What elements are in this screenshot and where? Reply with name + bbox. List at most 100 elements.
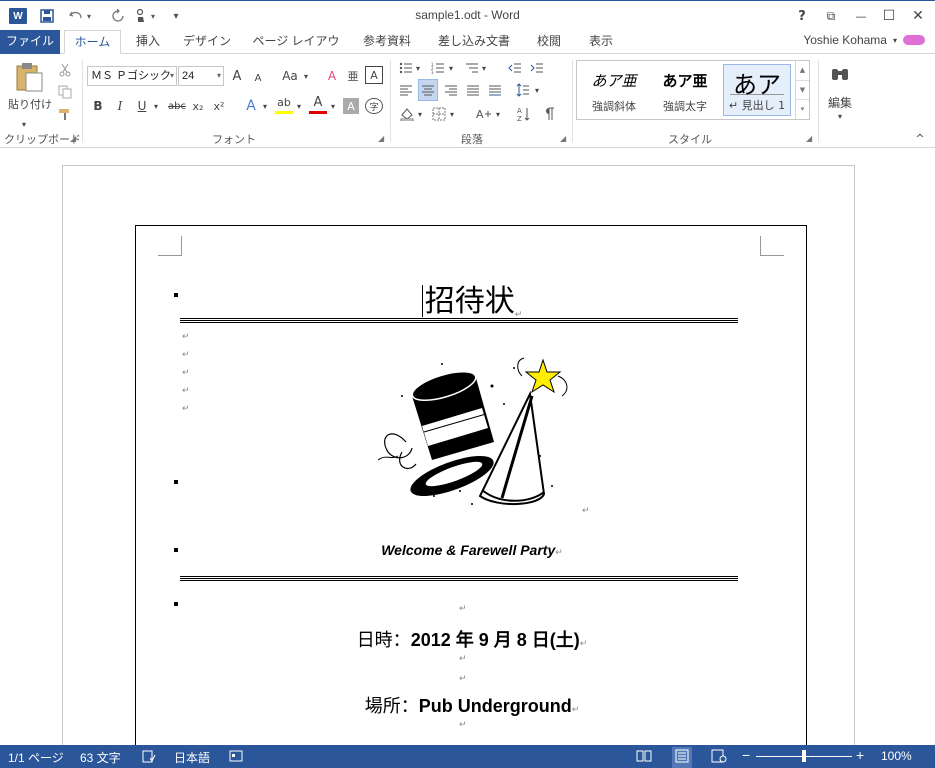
highlight-button[interactable]: ab [275, 94, 293, 114]
styles-launcher-icon[interactable]: ◢ [806, 134, 812, 143]
close-button[interactable]: ✕ [906, 5, 930, 27]
tab-home[interactable]: ホーム [64, 30, 121, 54]
align-left-icon[interactable] [397, 80, 415, 100]
clipboard-launcher-icon[interactable]: ◢ [70, 134, 76, 143]
zoom-in-button[interactable]: + [856, 747, 864, 763]
chevron-down-icon[interactable]: ▾ [834, 106, 846, 126]
paragraph-launcher-icon[interactable]: ◢ [560, 134, 566, 143]
chevron-down-icon[interactable]: ▼ [796, 80, 809, 99]
text-effects-button[interactable]: A [242, 96, 260, 116]
event-place[interactable]: 場所：Pub Underground↵ [136, 692, 808, 718]
top-hat-clipart[interactable] [372, 356, 588, 512]
chevron-down-icon[interactable]: ▾ [414, 58, 422, 78]
proofing-icon[interactable] [142, 749, 156, 766]
change-case-button[interactable]: Aa [279, 66, 301, 86]
paste-button[interactable]: 貼り付け [8, 96, 52, 112]
zoom-level[interactable]: 100% [881, 749, 912, 763]
shading-icon[interactable] [398, 104, 416, 124]
align-center-icon[interactable] [418, 79, 438, 101]
show-formatting-marks-icon[interactable] [540, 104, 558, 124]
help-icon[interactable]: ? [790, 5, 814, 27]
multilevel-list-icon[interactable] [464, 58, 480, 78]
chevron-down-icon[interactable]: ▾ [301, 66, 311, 86]
shrink-font-button[interactable]: A [251, 68, 265, 88]
sort-icon[interactable]: AZ [514, 104, 534, 124]
macro-record-icon[interactable] [229, 749, 243, 766]
minimize-button[interactable]: — [849, 5, 873, 27]
superscript-button[interactable]: x² [211, 96, 227, 116]
chevron-up-icon[interactable]: ▲ [796, 61, 809, 80]
chevron-down-icon[interactable]: ▾ [151, 96, 161, 116]
print-layout-icon[interactable] [672, 747, 692, 768]
read-mode-icon[interactable] [636, 749, 652, 766]
font-launcher-icon[interactable]: ◢ [378, 134, 384, 143]
paste-icon[interactable] [14, 61, 46, 93]
language-indicator[interactable]: 日本語 [174, 749, 210, 766]
chevron-down-icon[interactable]: ▾ [533, 80, 541, 100]
tab-insert[interactable]: 挿入 [128, 30, 168, 54]
collapse-ribbon-icon[interactable]: ^ [910, 128, 930, 148]
distribute-icon[interactable] [486, 80, 504, 100]
chevron-down-icon[interactable]: ▾ [328, 96, 338, 116]
bullets-icon[interactable] [398, 58, 414, 78]
cut-icon[interactable] [56, 60, 74, 80]
style-strong[interactable]: あア亜 強調太字 [651, 64, 719, 116]
tab-page-layout[interactable]: ページ レイアウト [248, 30, 344, 71]
borders-icon[interactable] [430, 104, 448, 124]
tab-review[interactable]: 校閲 [528, 30, 570, 54]
tab-view[interactable]: 表示 [580, 30, 622, 54]
tab-references[interactable]: 参考資料 [356, 30, 418, 54]
tab-file[interactable]: ファイル [0, 30, 60, 54]
more-styles-icon[interactable]: ▾ [796, 99, 809, 118]
paragraph-mark: ↵ [571, 705, 580, 715]
font-color-button[interactable]: A [309, 94, 327, 114]
style-emphasis-italic[interactable]: あア亜 強調斜体 [580, 64, 648, 116]
word-count[interactable]: 63 文字 [80, 749, 121, 766]
enclosed-character-button[interactable]: 字 [365, 98, 383, 114]
styles-scrollbar[interactable]: ▲ ▼ ▾ [795, 61, 809, 119]
font-size-combo[interactable]: 24 ▾ [178, 66, 224, 86]
chevron-down-icon[interactable]: ▾ [494, 104, 502, 124]
maximize-button[interactable]: ☐ [877, 5, 901, 27]
chevron-down-icon[interactable]: ▾ [416, 104, 424, 124]
document-title[interactable]: 招待状↵ [136, 276, 808, 320]
enclose-characters-button[interactable]: A [365, 66, 383, 84]
line-spacing-icon[interactable] [514, 80, 532, 100]
zoom-out-button[interactable]: − [742, 747, 750, 763]
underline-button[interactable]: U [134, 96, 150, 116]
asian-layout-icon[interactable]: A [474, 104, 494, 124]
tab-design[interactable]: デザイン [178, 30, 236, 54]
page-count[interactable]: 1/1 ページ [8, 749, 64, 766]
party-subtitle[interactable]: Welcome & Farewell Party↵ [136, 542, 808, 558]
binoculars-icon[interactable] [826, 60, 854, 88]
web-layout-icon[interactable] [711, 749, 727, 766]
numbering-icon[interactable]: 123 [430, 58, 446, 78]
increase-indent-icon[interactable] [528, 58, 546, 78]
chevron-down-icon[interactable]: ▾ [447, 58, 455, 78]
chevron-down-icon[interactable]: ▾ [480, 58, 488, 78]
chevron-down-icon[interactable]: ▾ [260, 96, 270, 116]
chevron-down-icon[interactable]: ▾ [294, 96, 304, 116]
clear-formatting-button[interactable]: A [323, 66, 341, 86]
align-right-icon[interactable] [442, 80, 460, 100]
subscript-button[interactable]: x₂ [190, 96, 206, 116]
character-shading-button[interactable]: A [343, 98, 359, 114]
text-frame[interactable]: 招待状↵ ↵ ↵ ↵ ↵ ↵ ↵ Welcome & Farewell Part… [135, 225, 808, 764]
style-heading-1[interactable]: あア ↵ 見出し 1 [723, 64, 791, 116]
user-account[interactable]: Yoshie Kohama ▾ [803, 33, 925, 47]
ribbon-display-options-icon[interactable]: ⧉ [819, 5, 843, 27]
italic-button[interactable]: I [112, 96, 128, 116]
tab-mailings[interactable]: 差し込み文書 [432, 30, 516, 54]
format-painter-icon[interactable] [56, 104, 74, 124]
grow-font-button[interactable]: A [229, 66, 245, 86]
justify-icon[interactable] [464, 80, 482, 100]
decrease-indent-icon[interactable] [506, 58, 524, 78]
bold-button[interactable]: B [90, 96, 106, 116]
copy-icon[interactable] [56, 82, 74, 102]
font-name-combo[interactable]: ＭＳ Ｐゴシック ▾ [87, 66, 177, 86]
zoom-slider-thumb[interactable] [802, 750, 806, 762]
phonetic-guide-button[interactable]: 亜 [344, 66, 362, 86]
event-date[interactable]: 日時：2012 年 9 月 8 日(土)↵ [136, 626, 808, 652]
strikethrough-button[interactable]: abc [166, 96, 188, 116]
chevron-down-icon[interactable]: ▾ [448, 104, 456, 124]
